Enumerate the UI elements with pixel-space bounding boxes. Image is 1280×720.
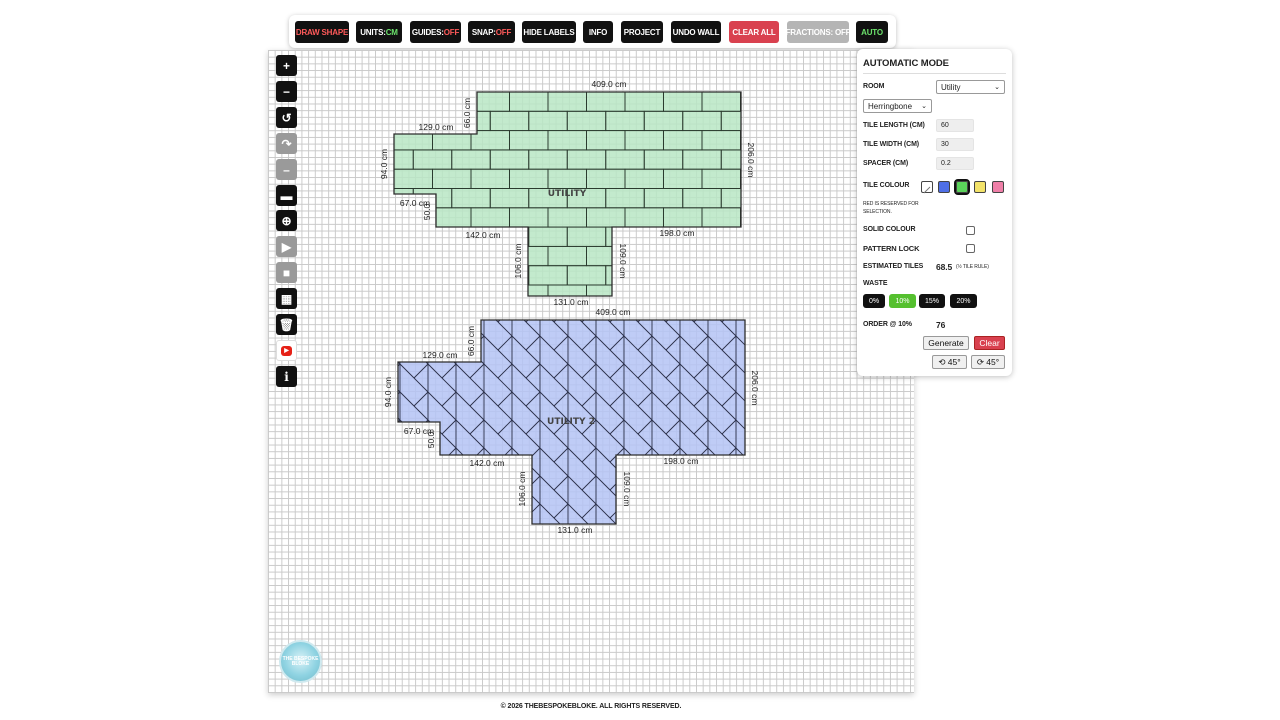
panel-title: AUTOMATIC MODE [863,58,949,69]
waste-option-20pct[interactable]: 20% [950,294,977,308]
hide-labels-button[interactable]: HIDE LABELS [522,21,576,43]
clear-button[interactable]: Clear [974,336,1005,350]
tile-length-input[interactable]: 60 [936,119,974,132]
rotate-icon: ↺ [281,110,292,125]
play-icon: ▶ [281,239,292,254]
zoom-in-icon: + [282,58,290,73]
swatch-4[interactable] [992,181,1004,193]
zoom-in-button[interactable]: + [276,55,297,76]
chevron-down-icon: ⌄ [921,103,927,110]
guides-value: OFF [443,27,460,37]
fractions-toggle-button[interactable]: FRACTIONS: OFF [786,21,851,43]
crosshair-button[interactable]: ⊕ [276,210,297,231]
rotate-button[interactable]: ↺ [276,107,297,128]
no-colour-icon [923,186,931,194]
youtube-button[interactable]: ▶ [276,340,297,361]
room-select[interactable]: Utility ⌄ [936,80,1005,94]
spacer-label: SPACER (CM) [863,160,909,167]
half-tile-rule-note: (½ TILE RULE) [956,264,989,270]
units-value: CM [385,27,398,37]
solid-colour-checkbox[interactable] [966,226,975,235]
waste-label: WASTE [863,280,888,287]
tile-length-label: TILE LENGTH (CM) [863,122,925,129]
waste-option-10pct[interactable]: 10% [889,294,916,308]
trash-button[interactable]: 🗑 [276,314,297,335]
trash-icon: 🗑 [278,317,295,332]
room-select-value: Utility [941,82,961,92]
swatch-3[interactable] [974,181,986,193]
tile-width-input[interactable]: 30 [936,138,974,151]
tile-width-label: TILE WIDTH (CM) [863,141,920,148]
snap-toggle-button[interactable]: SNAP: OFF [468,21,515,43]
redo-button[interactable]: ↷ [276,133,297,154]
draw-shape-button[interactable]: DRAW SHAPE [295,21,349,43]
solid-colour-label: SOLID COLOUR [863,226,916,233]
pattern-select[interactable]: Herringbone ⌄ [863,99,932,113]
project-button[interactable]: PROJECT [621,21,663,43]
brand-logo: THE BESPOKE BLOKE [279,640,322,683]
snap-label: SNAP: [471,27,496,37]
undo-wall-button[interactable]: UNDO WALL [671,21,721,43]
rotate-left-45-button[interactable]: ⟲ 45° [932,355,967,369]
snap-value: OFF [495,27,512,37]
order-value: 76 [936,320,946,330]
estimated-tiles-value: 68.5 [936,262,953,272]
redo-icon: ↷ [281,136,292,151]
estimated-tiles-label: ESTIMATED TILES [863,263,924,270]
ruler-button[interactable]: ▬ [276,185,297,206]
grid-pattern-button[interactable]: ▦ [276,288,297,309]
square-icon: ■ [282,265,291,280]
panel-divider [863,73,1006,74]
play-button[interactable]: ▶ [276,236,297,257]
info-button[interactable]: INFO [583,21,613,43]
units-toggle-button[interactable]: UNITS: CM [356,21,402,43]
logo-text: THE BESPOKE BLOKE [282,655,319,667]
tile-colour-label: TILE COLOUR [863,182,910,189]
info-icon: i [284,369,289,384]
units-label: UNITS: [360,27,386,37]
square-button[interactable]: ■ [276,262,297,283]
swatch-0[interactable] [921,181,933,194]
pattern-lock-checkbox[interactable] [966,244,975,253]
youtube-icon: ▶ [281,345,292,356]
ruler-icon: ▬ [280,188,293,203]
automatic-mode-panel: AUTOMATIC MODE ROOM Utility ⌄ Herringbone… [857,49,1012,376]
order-label: ORDER @ 10% [863,321,912,328]
draw-shape-label: DRAW SHAPE [295,27,349,37]
rotate-right-45-button[interactable]: ⟳ 45° [971,355,1005,369]
zoom-out-icon: − [282,84,290,99]
clear-all-button[interactable]: CLEAR ALL [729,21,779,43]
swatch-2[interactable] [954,179,970,195]
swatch-1[interactable] [938,181,950,193]
room-label: ROOM [863,83,885,90]
auto-mode-button[interactable]: AUTO [856,21,888,43]
crosshair-icon: ⊕ [281,213,292,228]
footer-copyright: © 2026 THEBESPOKEBLOKE. ALL RIGHTS RESER… [500,703,682,710]
guides-label: GUIDES: [411,27,444,37]
pattern-select-value: Herringbone [868,101,913,111]
waste-option-15pct[interactable]: 15% [919,294,945,308]
minus-icon: – [283,162,290,177]
info-button[interactable]: i [276,366,297,387]
zoom-out-button[interactable]: − [276,81,297,102]
drawing-canvas[interactable] [268,50,914,693]
minus-button[interactable]: – [276,159,297,180]
pattern-lock-label: PATTERN LOCK [863,244,920,253]
grid-pattern-icon: ▦ [280,291,293,306]
guides-toggle-button[interactable]: GUIDES: OFF [410,21,461,43]
spacer-input[interactable]: 0.2 [936,157,974,170]
waste-option-0pct[interactable]: 0% [863,294,885,308]
red-reserved-note: RED IS RESERVED FOR SELECTION. [863,201,919,215]
top-toolbar: DRAW SHAPE UNITS: CM GUIDES: OFF SNAP: O… [289,15,896,48]
generate-button[interactable]: Generate [923,336,969,350]
chevron-down-icon: ⌄ [994,84,1000,91]
